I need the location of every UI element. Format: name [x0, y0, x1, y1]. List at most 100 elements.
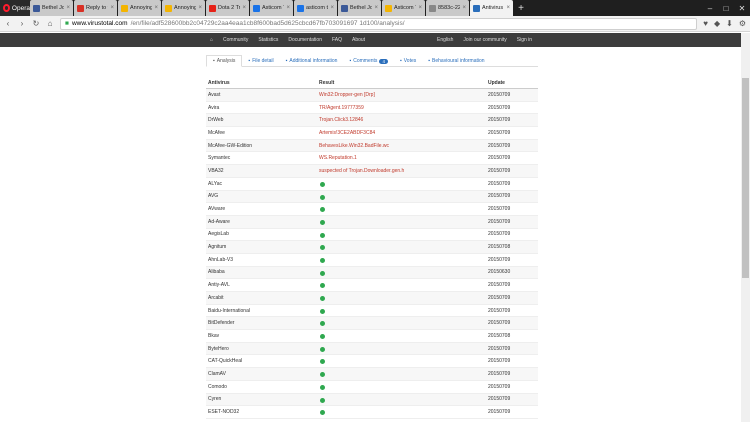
- tab-close-icon[interactable]: ×: [110, 5, 114, 11]
- table-row: Avast Win32:Dropper-gen [Drp] 20150709: [206, 89, 538, 102]
- browser-tab[interactable]: Bethel Joy×: [30, 0, 73, 16]
- window-controls: – □ ✕: [702, 0, 750, 16]
- update-date: 20150709: [488, 345, 511, 352]
- antivirus-name: ByteHero: [208, 345, 229, 352]
- table-row: Baidu-International 20150709: [206, 305, 538, 318]
- opera-label: Opera: [11, 4, 30, 12]
- tab-favicon-icon: [209, 4, 216, 12]
- site-nav-link[interactable]: About: [352, 37, 365, 43]
- tab-close-icon[interactable]: ×: [374, 5, 378, 11]
- tab-close-icon[interactable]: ×: [330, 5, 334, 11]
- clean-check-icon: [320, 283, 325, 289]
- clean-check-icon: [320, 346, 325, 352]
- browser-tab[interactable]: Antivirus sc×: [470, 0, 513, 16]
- browser-tab[interactable]: asticom te×: [294, 0, 337, 16]
- browser-tab[interactable]: Asticom Te×: [250, 0, 293, 16]
- update-date: 20150708: [488, 332, 511, 339]
- analysis-tab-label: Behavioural information: [432, 58, 485, 64]
- scrollbar-thumb[interactable]: [742, 78, 749, 278]
- clean-check-icon: [320, 397, 325, 403]
- site-nav-link[interactable]: FAQ: [332, 37, 342, 43]
- update-date: 20150709: [488, 256, 511, 263]
- url-domain: www.virustotal.com: [71, 20, 128, 27]
- update-date: 20150709: [488, 206, 511, 213]
- table-row: AVware 20150709: [206, 203, 538, 216]
- clean-check-icon: [320, 321, 325, 327]
- clean-check-icon: [320, 245, 325, 251]
- update-date: 20150709: [488, 396, 511, 403]
- page-scrollbar[interactable]: [741, 33, 750, 422]
- update-date: 20150709: [488, 307, 511, 314]
- home-icon[interactable]: ⌂: [46, 19, 54, 28]
- analysis-tab[interactable]: ▪ File detail: [242, 55, 279, 67]
- browser-tab[interactable]: 8583c-22 ×: [426, 0, 469, 16]
- minimize-icon[interactable]: –: [702, 0, 718, 16]
- browser-tab[interactable]: Reply to th×: [74, 0, 117, 16]
- antivirus-name: AegisLab: [208, 231, 229, 238]
- site-nav-link[interactable]: English: [437, 37, 453, 43]
- analysis-tab[interactable]: ▪ Additional information: [280, 55, 344, 67]
- tab-favicon-icon: [341, 4, 348, 12]
- table-row: ClamAV 20150709: [206, 368, 538, 381]
- update-date: 20150709: [488, 117, 511, 124]
- tab-label: Annoying a: [174, 5, 197, 11]
- settings-icon[interactable]: ⚙: [739, 19, 746, 28]
- update-date: 20150709: [488, 129, 511, 136]
- site-nav-link[interactable]: Community: [223, 37, 248, 43]
- site-nav-link[interactable]: Join our community: [463, 37, 506, 43]
- table-row: Symantec WS.Reputation.1 20150709: [206, 152, 538, 166]
- tab-close-icon[interactable]: ×: [506, 5, 510, 11]
- antivirus-name: AVG: [208, 193, 219, 200]
- reload-icon[interactable]: ↻: [32, 19, 40, 28]
- shield-icon[interactable]: ◆: [714, 19, 720, 28]
- download-icon[interactable]: ⬇: [726, 19, 733, 28]
- table-row: Agnitum 20150708: [206, 241, 538, 254]
- update-date: 20150709: [488, 155, 511, 162]
- tab-icon: ▪: [248, 58, 251, 64]
- site-nav-left: ⌂ Community Statistics Documentation FAQ Abo…: [210, 37, 365, 43]
- heart-icon[interactable]: ♥: [703, 19, 708, 28]
- site-nav-link[interactable]: Statistics: [258, 37, 278, 43]
- table-row: Comodo 20150709: [206, 381, 538, 394]
- tab-close-icon[interactable]: ×: [242, 5, 246, 11]
- analysis-tab[interactable]: ▪ Comments 4: [343, 55, 393, 67]
- site-nav-link[interactable]: Documentation: [288, 37, 322, 43]
- tab-favicon-icon: [77, 4, 84, 12]
- tab-close-icon[interactable]: ×: [154, 5, 158, 11]
- opera-menu-button[interactable]: Opera: [0, 0, 30, 16]
- new-tab-button[interactable]: +: [514, 0, 528, 16]
- browser-tab[interactable]: Bethel Joy×: [338, 0, 381, 16]
- tab-close-icon[interactable]: ×: [462, 5, 466, 11]
- header-result: Result: [319, 79, 335, 86]
- url-input[interactable]: ■ www.virustotal.com/en/file/adf528600bb…: [60, 17, 698, 30]
- tab-close-icon[interactable]: ×: [66, 5, 70, 11]
- tab-close-icon[interactable]: ×: [418, 5, 422, 11]
- browser-tab[interactable]: Annoying a×: [118, 0, 161, 16]
- table-row: AhnLab-V3 20150709: [206, 254, 538, 267]
- site-nav-link[interactable]: Sign in: [517, 37, 532, 43]
- table-row: BitDefender 20150709: [206, 317, 538, 331]
- antivirus-name: DrWeb: [208, 117, 224, 124]
- browser-tab[interactable]: Dota 2 Tr ×: [206, 0, 249, 16]
- site-nav-right: English Join our community Sign in: [437, 37, 532, 43]
- back-icon[interactable]: ‹: [4, 19, 12, 28]
- detection-result: Trojan.Click3.12846: [319, 117, 364, 124]
- analysis-tab[interactable]: ▪ Votes: [394, 55, 422, 67]
- update-date: 20150709: [488, 409, 511, 416]
- tab-close-icon[interactable]: ×: [286, 5, 290, 11]
- analysis-tab[interactable]: ▪ Behavioural information: [422, 55, 490, 67]
- tab-close-icon[interactable]: ×: [198, 5, 202, 11]
- table-row: Antiy-AVL 20150709: [206, 279, 538, 292]
- opera-logo-icon: [3, 4, 10, 12]
- clean-check-icon: [320, 181, 325, 187]
- analysis-tab[interactable]: ▪ Analysis: [206, 55, 243, 67]
- tab-icon: ▪: [428, 58, 431, 64]
- home-nav-icon[interactable]: ⌂: [210, 37, 213, 43]
- browser-tab[interactable]: Annoying a×: [162, 0, 205, 16]
- antivirus-results-table: Antivirus Result Update Avast Win32:Dropp…: [206, 77, 538, 419]
- tab-icon: ▪: [349, 58, 352, 64]
- maximize-icon[interactable]: □: [718, 0, 734, 16]
- browser-tab[interactable]: Asticom Te×: [382, 0, 425, 16]
- close-window-icon[interactable]: ✕: [734, 0, 750, 16]
- forward-icon[interactable]: ›: [18, 19, 26, 28]
